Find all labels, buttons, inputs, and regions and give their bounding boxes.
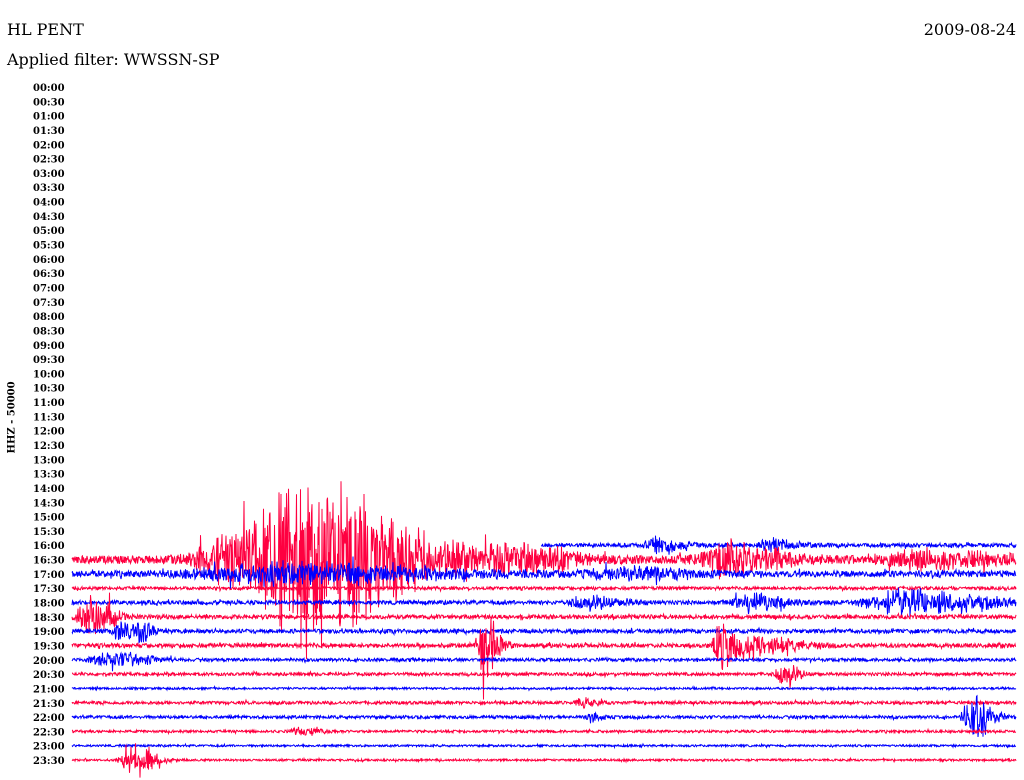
tick-label: 21:30: [33, 699, 65, 710]
tick-label: 00:00: [33, 83, 65, 94]
trace-1900: [71, 621, 1017, 644]
tick-label: 21:00: [33, 684, 65, 695]
tick-label: 03:30: [33, 183, 65, 194]
tick-label: 14:30: [33, 498, 65, 509]
tick-label: 01:30: [33, 126, 65, 137]
tick-label: 08:00: [33, 312, 65, 323]
trace-2000: [71, 651, 1017, 672]
tick-label: 02:30: [33, 155, 65, 166]
tick-label: 16:00: [33, 541, 65, 552]
tick-label: 07:00: [33, 283, 65, 294]
tick-label: 08:30: [33, 326, 65, 337]
tick-label: 10:30: [33, 384, 65, 395]
tick-label: 22:30: [33, 727, 65, 738]
tick-label: 16:30: [33, 556, 65, 567]
time-tick-labels: 00:00 00:30 01:00 01:30 02:00 02:30 03:00 03:30…: [33, 83, 65, 767]
helicorder-plot: 00:00 00:30 01:00 01:30 02:00 02:30 03:00 03:30…: [33, 83, 1017, 778]
tick-label: 06:30: [33, 269, 65, 280]
tick-label: 17:00: [33, 570, 65, 581]
tick-label: 13:30: [33, 470, 65, 481]
tick-label: 09:30: [33, 355, 65, 366]
tick-label: 04:30: [33, 212, 65, 223]
tick-label: 18:00: [33, 599, 65, 610]
tick-label: 19:30: [33, 641, 65, 652]
trace-2300: [71, 742, 1017, 750]
tick-label: 23:00: [33, 742, 65, 753]
trace-2030: [71, 665, 1017, 688]
tick-label: 05:00: [33, 226, 65, 237]
trace-1730: [71, 584, 1017, 593]
tick-label: 04:00: [33, 198, 65, 209]
tick-label: 22:00: [33, 713, 65, 724]
tick-label: 02:00: [33, 140, 65, 151]
tick-label: 20:00: [33, 656, 65, 667]
trace-1800: [71, 587, 1017, 618]
tick-label: 15:30: [33, 527, 65, 538]
tick-label: 06:00: [33, 255, 65, 266]
tick-label: 05:30: [33, 241, 65, 252]
trace-2130: [71, 697, 1017, 710]
tick-label: 03:00: [33, 169, 65, 180]
tick-label: 07:30: [33, 298, 65, 309]
tick-label: 11:00: [33, 398, 65, 409]
tick-label: 19:00: [33, 627, 65, 638]
trace-2100: [71, 684, 1017, 692]
trace-2230: [71, 726, 1017, 736]
tick-label: 12:00: [33, 427, 65, 438]
tick-label: 14:00: [33, 484, 65, 495]
trace-2330: [71, 743, 1017, 778]
tick-label: 11:30: [33, 412, 65, 423]
tick-label: 00:30: [33, 97, 65, 108]
tick-label: 12:30: [33, 441, 65, 452]
tick-label: 10:00: [33, 369, 65, 380]
tick-label: 18:30: [33, 613, 65, 624]
seismic-traces: [71, 481, 1017, 778]
tick-label: 15:00: [33, 513, 65, 524]
tick-label: 23:30: [33, 756, 65, 767]
tick-label: 01:00: [33, 112, 65, 123]
tick-label: 17:30: [33, 584, 65, 595]
tick-label: 09:00: [33, 341, 65, 352]
tick-label: 13:00: [33, 455, 65, 466]
tick-label: 20:30: [33, 670, 65, 681]
trace-1930: [71, 616, 1017, 700]
